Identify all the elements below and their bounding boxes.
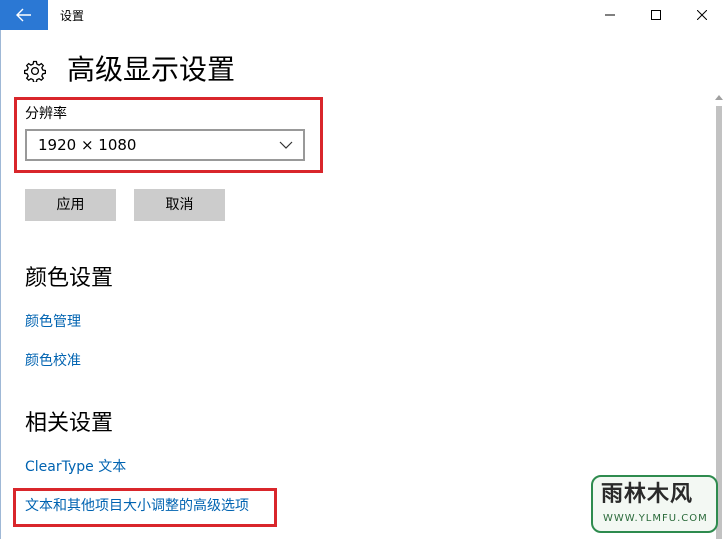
resolution-label: 分辨率 xyxy=(25,106,67,122)
back-button[interactable] xyxy=(0,0,48,30)
minimize-button[interactable] xyxy=(587,0,633,30)
watermark-logo: 雨林木风 WWW.YLMFU.COM xyxy=(591,475,718,533)
scroll-up-arrow-icon[interactable] xyxy=(715,94,723,100)
chevron-down-icon xyxy=(279,141,293,149)
cancel-button[interactable]: 取消 xyxy=(134,189,225,221)
page-title: 高级显示设置 xyxy=(67,53,236,86)
apply-button[interactable]: 应用 xyxy=(25,189,116,221)
window-border xyxy=(0,30,1,539)
scrollbar[interactable] xyxy=(713,94,725,539)
arrow-left-icon xyxy=(16,8,31,22)
window-title: 设置 xyxy=(60,9,85,23)
scrollbar-thumb[interactable] xyxy=(716,106,722,539)
related-settings-title: 相关设置 xyxy=(25,411,114,436)
close-button[interactable] xyxy=(679,0,725,30)
maximize-button[interactable] xyxy=(633,0,679,30)
watermark-sub-text: WWW.YLMFU.COM xyxy=(603,513,708,524)
resolution-value: 1920 × 1080 xyxy=(38,136,137,154)
gear-icon xyxy=(24,60,46,82)
resolution-dropdown[interactable]: 1920 × 1080 xyxy=(25,129,305,161)
maximize-icon xyxy=(651,10,661,20)
color-settings-title: 颜色设置 xyxy=(25,266,114,291)
cleartype-link[interactable]: ClearType 文本 xyxy=(25,457,126,477)
advanced-sizing-link[interactable]: 文本和其他项目大小调整的高级选项 xyxy=(25,496,249,516)
watermark-main-text: 雨林木风 xyxy=(601,482,694,507)
color-management-link[interactable]: 颜色管理 xyxy=(25,312,81,332)
close-icon xyxy=(697,10,707,20)
minimize-icon xyxy=(605,14,615,16)
title-bar: 设置 xyxy=(0,0,725,30)
color-calibration-link[interactable]: 颜色校准 xyxy=(25,351,81,371)
